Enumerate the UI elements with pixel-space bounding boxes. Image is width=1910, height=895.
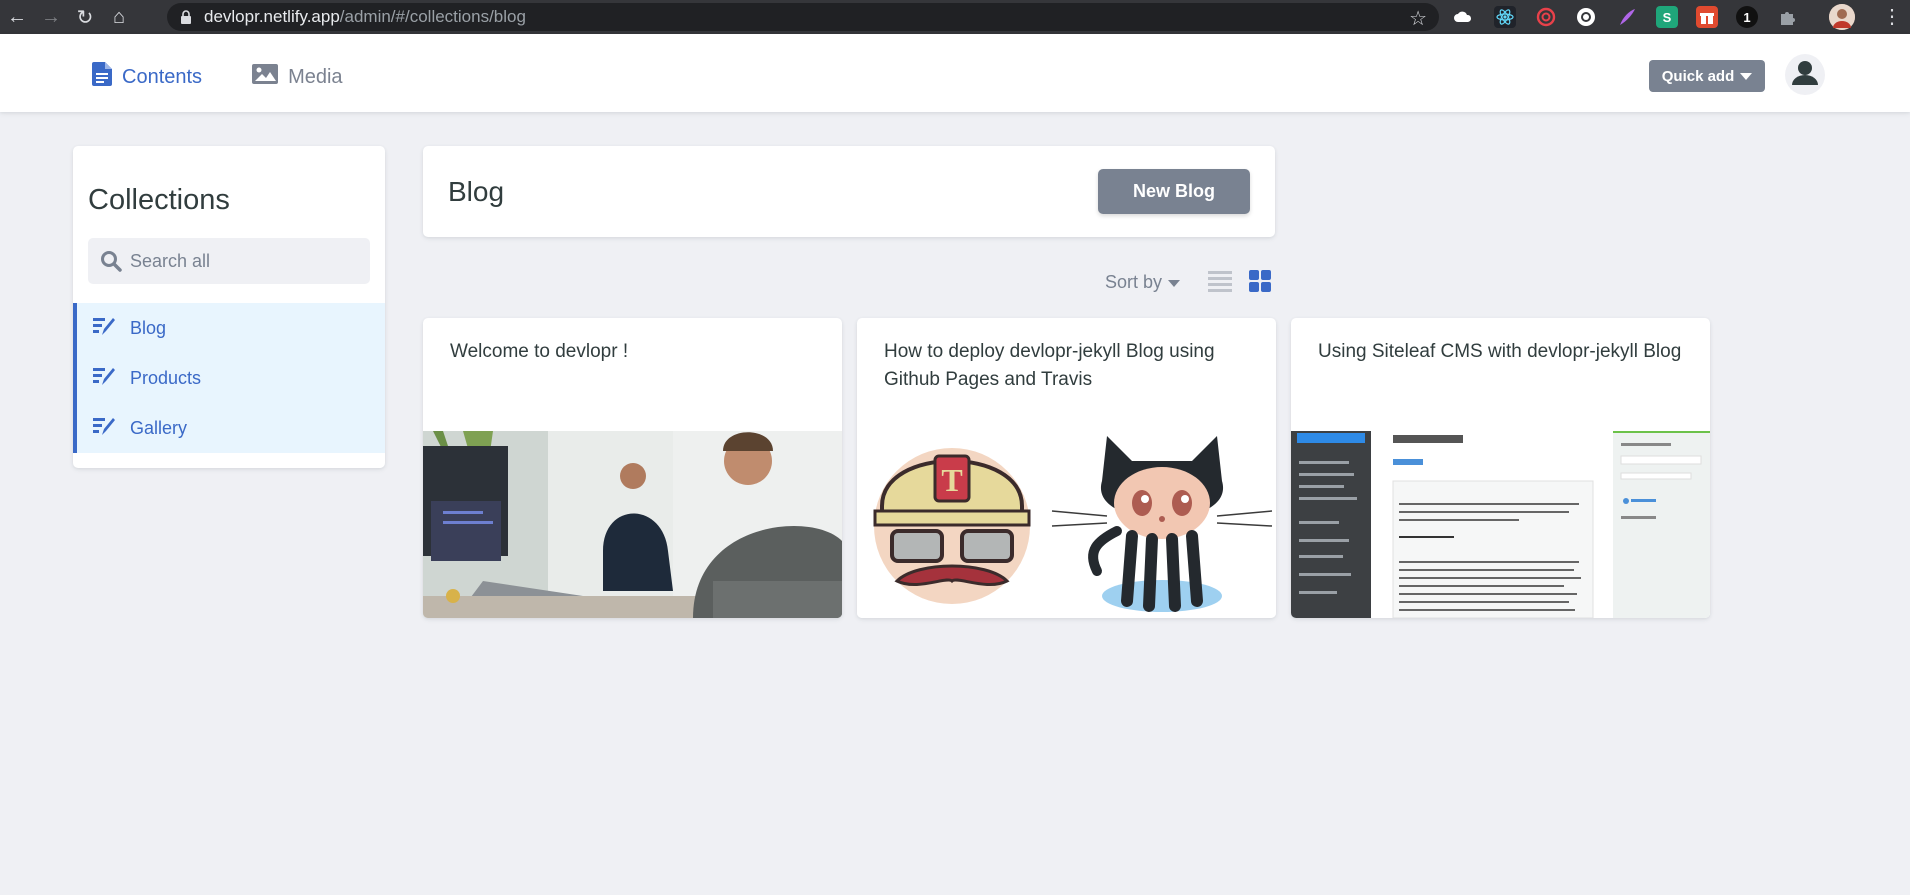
app-header: Contents Media (0, 34, 1910, 112)
sidebar-item-gallery[interactable]: Gallery (73, 403, 385, 453)
caret-down-icon (1740, 68, 1753, 85)
sort-by-label: Sort by (1105, 272, 1163, 292)
collection-title: Blog (448, 176, 505, 207)
entry-title: How to deploy devlopr-jekyll Blog using … (884, 341, 1215, 390)
lock-icon (179, 10, 193, 24)
profile-avatar[interactable] (1829, 4, 1855, 30)
entry-image-office-photo (423, 431, 842, 618)
entry-title: Welcome to devlopr ! (450, 341, 629, 362)
browser-toolbar: ← → ↻ ⌂ devlopr.netlify.app/admin/#/coll… (0, 0, 1910, 34)
entry-image-siteleaf-screenshot (1291, 431, 1710, 618)
collection-header-card: Blog New Blog (423, 146, 1275, 237)
sidebar-item-products[interactable]: Products (73, 353, 385, 403)
search-input[interactable] (130, 250, 360, 272)
user-icon (1785, 53, 1825, 98)
gift-extension-icon[interactable] (1696, 6, 1718, 28)
sidebar-item-label: Products (130, 367, 202, 388)
sidebar-item-blog[interactable]: Blog (73, 303, 385, 353)
quick-add-label: Quick add (1661, 67, 1735, 85)
cloud-extension-icon[interactable] (1452, 6, 1474, 28)
s-extension-icon[interactable]: S (1656, 6, 1678, 28)
write-icon (93, 366, 115, 391)
sidebar-item-label: Blog (130, 317, 167, 338)
nav-contents[interactable]: Contents (92, 62, 202, 92)
sidebar-title: Collections (88, 184, 230, 216)
react-extension-icon[interactable] (1494, 6, 1516, 28)
circle-extension-icon[interactable] (1575, 6, 1597, 28)
nav-media-label: Media (288, 65, 343, 88)
chrome-menu-icon[interactable]: ⋮ (1882, 4, 1902, 29)
user-avatar-button[interactable] (1785, 53, 1825, 98)
collection-list: Blog Products Gallery (73, 303, 385, 453)
forward-icon[interactable]: → (34, 0, 68, 34)
image-icon (252, 64, 279, 90)
quick-add-button[interactable]: Quick add (1649, 60, 1765, 92)
sidebar-item-label: Gallery (130, 417, 188, 438)
url-text: devlopr.netlify.app/admin/#/collections/… (204, 7, 526, 26)
svg-text:T: T (941, 462, 962, 498)
entry-card[interactable]: How to deploy devlopr-jekyll Blog using … (857, 318, 1276, 618)
search-icon (100, 250, 122, 272)
entry-image-travis-octocat: T (857, 431, 1276, 618)
puzzle-extension-icon[interactable] (1776, 6, 1798, 28)
feather-extension-icon[interactable] (1616, 6, 1638, 28)
list-view-icon[interactable] (1208, 270, 1232, 292)
new-entry-button[interactable]: New Blog (1098, 169, 1250, 214)
nav-contents-label: Contents (122, 65, 203, 88)
search-box[interactable] (88, 238, 370, 284)
entry-title: Using Siteleaf CMS with devlopr-jekyll B… (1318, 341, 1682, 362)
main-nav: Contents Media (92, 62, 343, 92)
collections-sidebar: Collections Blog Products Gallery (73, 146, 385, 468)
entry-card[interactable]: Using Siteleaf CMS with devlopr-jekyll B… (1291, 318, 1710, 618)
nav-media[interactable]: Media (252, 62, 343, 92)
home-icon[interactable]: ⌂ (102, 0, 136, 34)
spiral-extension-icon[interactable] (1535, 6, 1557, 28)
sort-by-dropdown[interactable]: Sort by (1105, 272, 1181, 293)
document-icon (92, 62, 112, 92)
write-icon (93, 316, 115, 341)
grid-view-icon[interactable] (1249, 270, 1271, 292)
caret-down-icon (1168, 272, 1181, 293)
entry-card[interactable]: Welcome to devlopr ! (423, 318, 842, 618)
address-bar[interactable]: devlopr.netlify.app/admin/#/collections/… (167, 3, 1439, 31)
write-icon (93, 416, 115, 441)
back-icon[interactable]: ← (0, 0, 34, 34)
bookmark-star-icon[interactable]: ☆ (1409, 6, 1427, 31)
1password-extension-icon[interactable]: 1 (1736, 6, 1758, 28)
reload-icon[interactable]: ↻ (68, 0, 102, 34)
